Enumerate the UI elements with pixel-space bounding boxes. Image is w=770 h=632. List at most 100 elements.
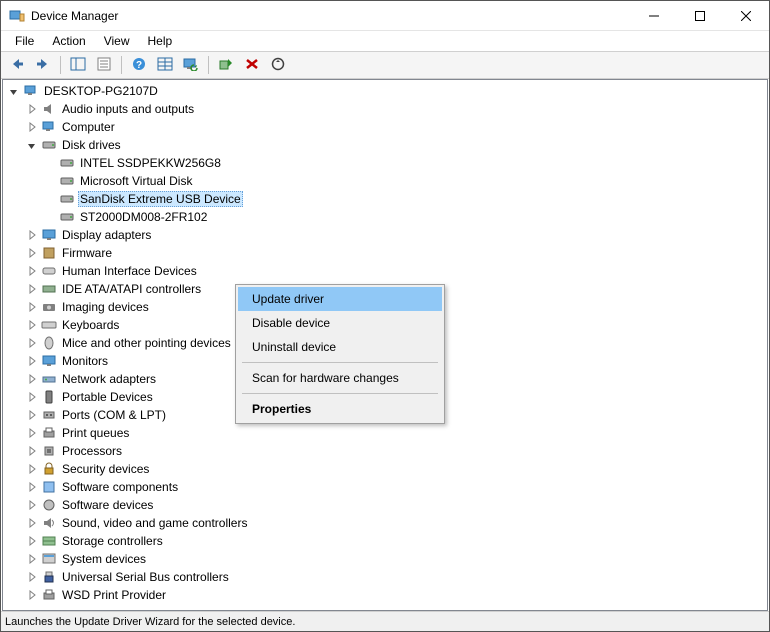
disk-icon (59, 155, 75, 171)
disk-icon (59, 173, 75, 189)
tree-category-node[interactable]: Sound, video and game controllers (21, 514, 767, 532)
audio-icon (41, 101, 57, 117)
help-icon: ? (131, 57, 147, 74)
chevron-right-icon[interactable] (25, 336, 39, 350)
chevron-right-icon[interactable] (25, 570, 39, 584)
chevron-right-icon[interactable] (25, 246, 39, 260)
chevron-right-icon[interactable] (25, 444, 39, 458)
chevron-right-icon[interactable] (25, 354, 39, 368)
toolbar-enable-button[interactable] (214, 54, 238, 76)
cpu-icon (41, 443, 57, 459)
chevron-right-icon (43, 192, 57, 206)
toolbar-show-hidden-button[interactable] (153, 54, 177, 76)
tree-category-node[interactable]: Print queues (21, 424, 767, 442)
tree-node-label: ST2000DM008-2FR102 (78, 210, 209, 224)
tree-device-node[interactable]: SanDisk Extreme USB Device (39, 190, 767, 208)
device-tree-container[interactable]: DESKTOP-PG2107DAudio inputs and outputsC… (2, 79, 768, 611)
toolbar-show-hide-tree-button[interactable] (66, 54, 90, 76)
chevron-right-icon[interactable] (25, 300, 39, 314)
chevron-down-icon[interactable] (25, 138, 39, 152)
arrow-right-icon (35, 57, 51, 74)
chevron-right-icon[interactable] (25, 498, 39, 512)
chevron-right-icon[interactable] (25, 516, 39, 530)
context-menu-item-scan-for-hardware-changes[interactable]: Scan for hardware changes (238, 366, 442, 390)
toolbar: ? (1, 51, 769, 79)
chevron-right-icon[interactable] (25, 120, 39, 134)
context-menu-item-disable-device[interactable]: Disable device (238, 311, 442, 335)
context-menu-item-uninstall-device[interactable]: Uninstall device (238, 335, 442, 359)
tree-category-node[interactable]: Firmware (21, 244, 767, 262)
tree-category-node[interactable]: Audio inputs and outputs (21, 100, 767, 118)
chevron-right-icon[interactable] (25, 228, 39, 242)
tree-node-label: SanDisk Extreme USB Device (78, 191, 243, 207)
tree-node-label: Monitors (60, 354, 110, 368)
chevron-right-icon[interactable] (25, 264, 39, 278)
context-menu-separator (242, 393, 438, 394)
tree-node-label: Network adapters (60, 372, 158, 386)
toolbar-forward-button[interactable] (31, 54, 55, 76)
keyboard-icon (41, 317, 57, 333)
toolbar-help-button[interactable]: ? (127, 54, 151, 76)
maximize-button[interactable] (677, 1, 723, 30)
toolbar-uninstall-button[interactable] (240, 54, 264, 76)
menu-file[interactable]: File (7, 32, 42, 50)
chevron-right-icon[interactable] (25, 462, 39, 476)
menubar: FileActionViewHelp (1, 31, 769, 51)
tree-node-label: Software devices (60, 498, 155, 512)
close-button[interactable] (723, 1, 769, 30)
chevron-right-icon[interactable] (25, 534, 39, 548)
tree-category-node[interactable]: Display adapters (21, 226, 767, 244)
chevron-right-icon[interactable] (25, 426, 39, 440)
chevron-right-icon[interactable] (25, 372, 39, 386)
remove-x-icon (244, 57, 260, 74)
tree-category-node[interactable]: Software devices (21, 496, 767, 514)
toolbar-update-driver-button[interactable] (266, 54, 290, 76)
tree-node-label: Portable Devices (60, 390, 155, 404)
sound-icon (41, 515, 57, 531)
minimize-icon (649, 11, 659, 21)
statusbar: Launches the Update Driver Wizard for th… (1, 611, 769, 631)
monitor-refresh-icon (183, 57, 199, 74)
tree-category-node[interactable]: Human Interface Devices (21, 262, 767, 280)
monitor-icon (41, 353, 57, 369)
chevron-down-icon[interactable] (7, 84, 21, 98)
minimize-button[interactable] (631, 1, 677, 30)
tree-device-node[interactable]: ST2000DM008-2FR102 (39, 208, 767, 226)
update-circle-icon (270, 57, 286, 74)
statusbar-text: Launches the Update Driver Wizard for th… (5, 616, 295, 628)
tree-category-node[interactable]: Disk drives (21, 136, 767, 154)
tree-category-node[interactable]: Storage controllers (21, 532, 767, 550)
menu-view[interactable]: View (96, 32, 138, 50)
tree-root-node[interactable]: DESKTOP-PG2107D (3, 82, 767, 100)
tree-category-node[interactable]: Universal Serial Bus controllers (21, 568, 767, 586)
tree-device-node[interactable]: INTEL SSDPEKKW256G8 (39, 154, 767, 172)
svg-text:?: ? (136, 60, 142, 71)
chevron-right-icon[interactable] (25, 390, 39, 404)
tree-node-label: Security devices (60, 462, 151, 476)
chevron-right-icon[interactable] (25, 408, 39, 422)
chevron-right-icon[interactable] (25, 318, 39, 332)
toolbar-scan-hardware-button[interactable] (179, 54, 203, 76)
toolbar-properties-button[interactable] (92, 54, 116, 76)
tree-category-node[interactable]: Processors (21, 442, 767, 460)
tree-category-node[interactable]: Security devices (21, 460, 767, 478)
tree-category-node[interactable]: WSD Print Provider (21, 586, 767, 604)
maximize-icon (695, 11, 705, 21)
context-menu-item-properties[interactable]: Properties (238, 397, 442, 421)
toolbar-back-button[interactable] (5, 54, 29, 76)
chevron-right-icon[interactable] (25, 282, 39, 296)
context-menu-item-update-driver[interactable]: Update driver (238, 287, 442, 311)
context-menu: Update driverDisable deviceUninstall dev… (235, 284, 445, 424)
tree-node-label: Storage controllers (60, 534, 165, 548)
tree-category-node[interactable]: System devices (21, 550, 767, 568)
softcomp-icon (41, 479, 57, 495)
tree-category-node[interactable]: Software components (21, 478, 767, 496)
menu-help[interactable]: Help (140, 32, 181, 50)
chevron-right-icon[interactable] (25, 480, 39, 494)
chevron-right-icon[interactable] (25, 588, 39, 602)
chevron-right-icon[interactable] (25, 552, 39, 566)
menu-action[interactable]: Action (44, 32, 93, 50)
tree-category-node[interactable]: Computer (21, 118, 767, 136)
tree-device-node[interactable]: Microsoft Virtual Disk (39, 172, 767, 190)
chevron-right-icon[interactable] (25, 102, 39, 116)
